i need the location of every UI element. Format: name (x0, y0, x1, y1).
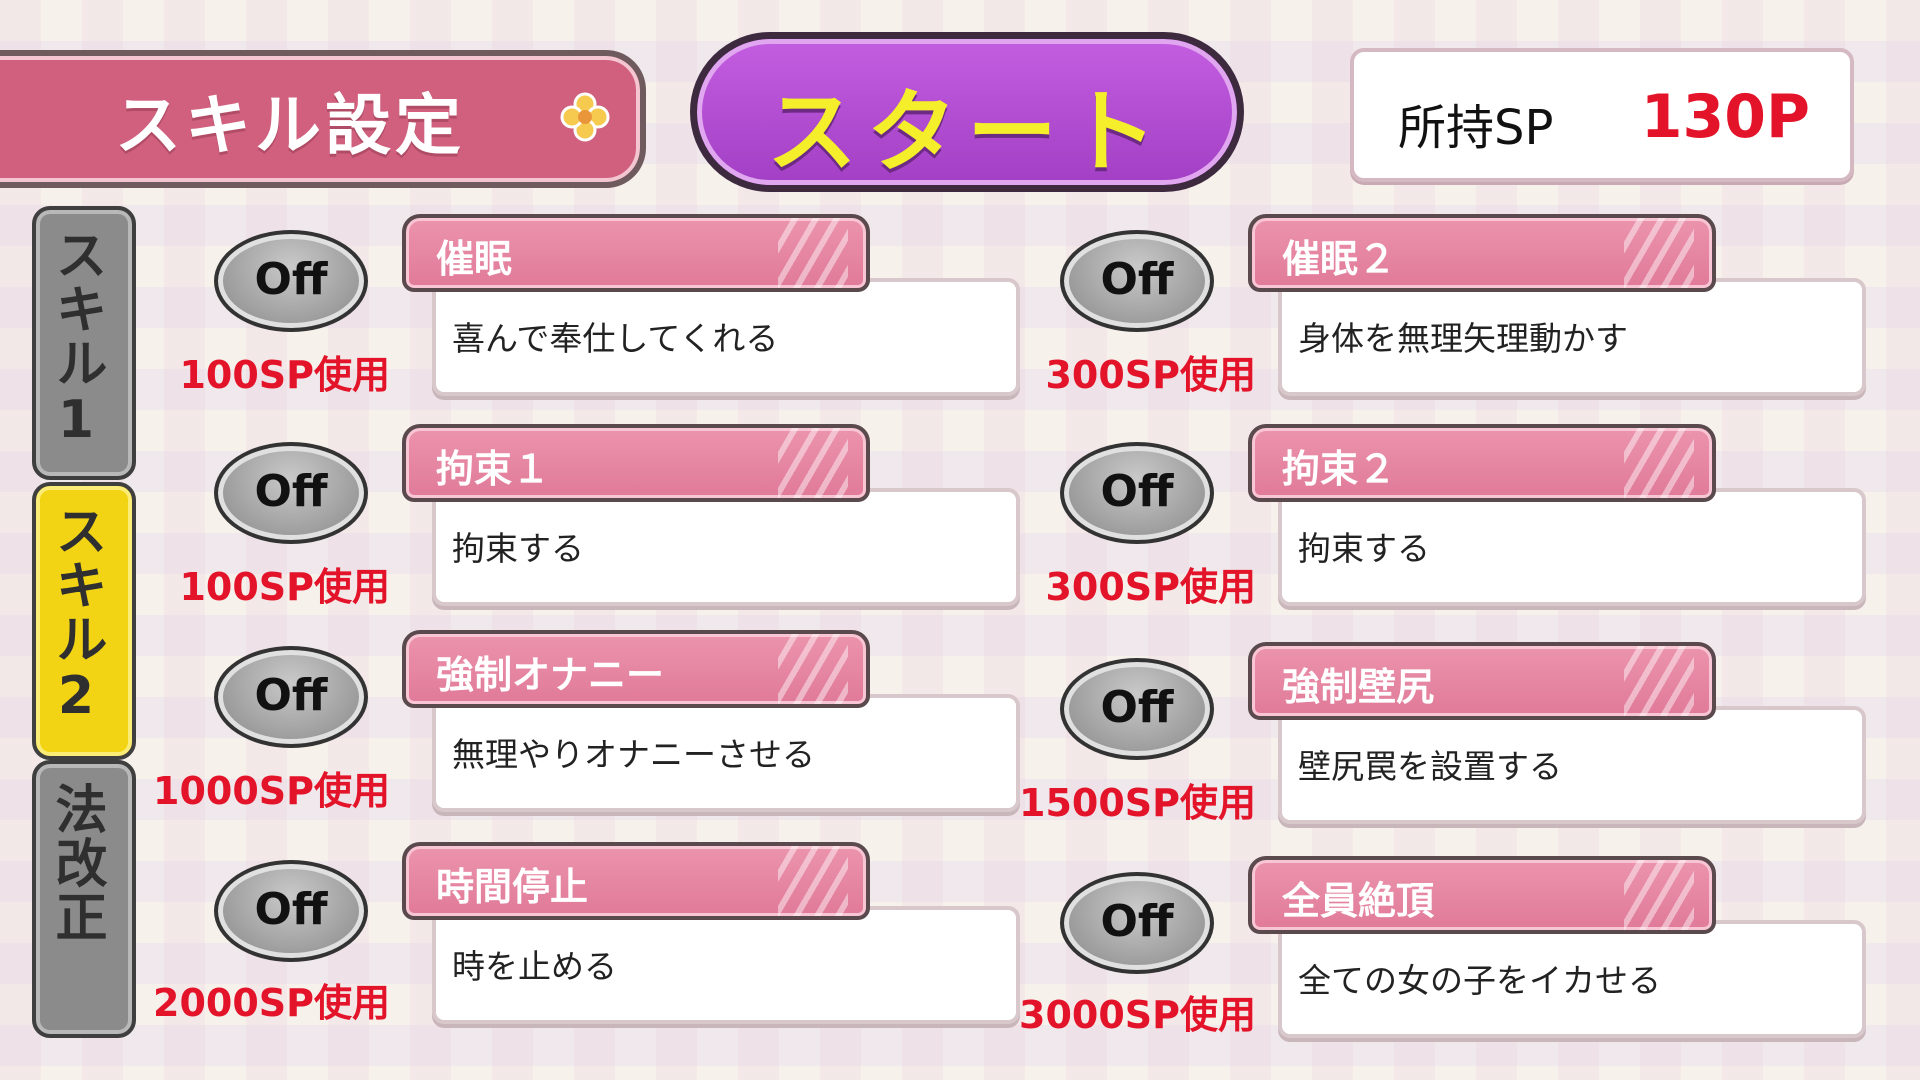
skill-name: 拘束２ (1282, 447, 1397, 491)
tab-law-revision-label: 法改正 (46, 782, 106, 944)
toggle-label: Off (1100, 254, 1174, 305)
skill-toggle-restraint-1[interactable]: Off (214, 442, 368, 544)
skill-toggle-restraint-2[interactable]: Off (1060, 442, 1214, 544)
tab-skill-2-label: スキル2 (46, 504, 106, 728)
toggle-label: Off (254, 670, 328, 721)
skill-cost: 300SP使用 (1045, 353, 1256, 397)
toggle-label: Off (1100, 682, 1174, 733)
tab-skill-2[interactable]: スキル2 (32, 482, 136, 760)
sp-value: 130P (1640, 82, 1810, 152)
flower-icon (560, 92, 610, 142)
skill-description: 無理やりオナニーさせる (452, 735, 815, 774)
skill-description: 喜んで奉仕してくれる (452, 319, 779, 358)
skill-card: 拘束する (432, 488, 1020, 606)
skill-card: 無理やりオナニーさせる (432, 694, 1020, 812)
skill-name: 催眠 (436, 237, 513, 281)
skill-cost: 1000SP使用 (153, 769, 390, 813)
start-button-label: スタート (767, 80, 1167, 185)
skill-toggle-hypnosis[interactable]: Off (214, 230, 368, 332)
skill-name: 全員絶頂 (1282, 879, 1435, 923)
tab-law-revision[interactable]: 法改正 (32, 760, 136, 1038)
toggle-label: Off (254, 884, 328, 935)
skill-description: 時を止める (452, 947, 617, 986)
skill-name: 催眠２ (1282, 237, 1397, 281)
skill-name-tab: 催眠２ (1248, 214, 1716, 292)
skill-description: 身体を無理矢理動かす (1298, 319, 1628, 358)
tab-skill-1[interactable]: スキル1 (32, 206, 136, 480)
skill-name-tab: 拘束２ (1248, 424, 1716, 502)
toggle-label: Off (254, 254, 328, 305)
skill-name-tab: 強制壁尻 (1248, 642, 1716, 720)
skill-name-tab: 催眠 (402, 214, 870, 292)
start-button[interactable]: スタート (690, 32, 1244, 192)
skill-card: 壁尻罠を設置する (1278, 706, 1866, 824)
skill-toggle-hypnosis-2[interactable]: Off (1060, 230, 1214, 332)
skill-description: 壁尻罠を設置する (1298, 747, 1562, 786)
skill-description: 拘束する (452, 529, 584, 568)
skill-toggle-time-stop[interactable]: Off (214, 860, 368, 962)
skill-name-tab: 時間停止 (402, 842, 870, 920)
toggle-label: Off (254, 466, 328, 517)
skill-cost: 100SP使用 (179, 353, 390, 397)
skill-name: 強制オナニー (436, 653, 665, 697)
skill-name-tab: 全員絶頂 (1248, 856, 1716, 934)
skill-name: 拘束１ (436, 447, 551, 491)
skill-cost: 2000SP使用 (153, 981, 390, 1025)
skill-cost: 100SP使用 (179, 565, 390, 609)
skill-card: 全ての女の子をイカせる (1278, 920, 1866, 1038)
tab-skill-1-label: スキル1 (46, 228, 106, 452)
skill-cost: 300SP使用 (1045, 565, 1256, 609)
skill-name: 時間停止 (436, 865, 589, 909)
skill-card: 喜んで奉仕してくれる (432, 278, 1020, 396)
skill-card: 拘束する (1278, 488, 1866, 606)
skill-toggle-forced-masturbation[interactable]: Off (214, 646, 368, 748)
skill-card: 時を止める (432, 906, 1020, 1024)
skill-card: 身体を無理矢理動かす (1278, 278, 1866, 396)
sp-label: 所持SP (1398, 100, 1554, 156)
toggle-label: Off (1100, 466, 1174, 517)
skill-name-tab: 拘束１ (402, 424, 870, 502)
sp-display: 所持SP 130P (1350, 48, 1854, 182)
title-banner: スキル設定 (0, 50, 646, 188)
skill-name: 強制壁尻 (1282, 665, 1435, 709)
page-title: スキル設定 (115, 87, 465, 164)
skill-toggle-all-climax[interactable]: Off (1060, 872, 1214, 974)
skill-cost: 1500SP使用 (1019, 781, 1256, 825)
skill-cost: 3000SP使用 (1019, 993, 1256, 1037)
skill-toggle-wall-trap[interactable]: Off (1060, 658, 1214, 760)
skill-name-tab: 強制オナニー (402, 630, 870, 708)
skill-description: 拘束する (1298, 529, 1430, 568)
toggle-label: Off (1100, 896, 1174, 947)
skill-description: 全ての女の子をイカせる (1298, 961, 1661, 1000)
